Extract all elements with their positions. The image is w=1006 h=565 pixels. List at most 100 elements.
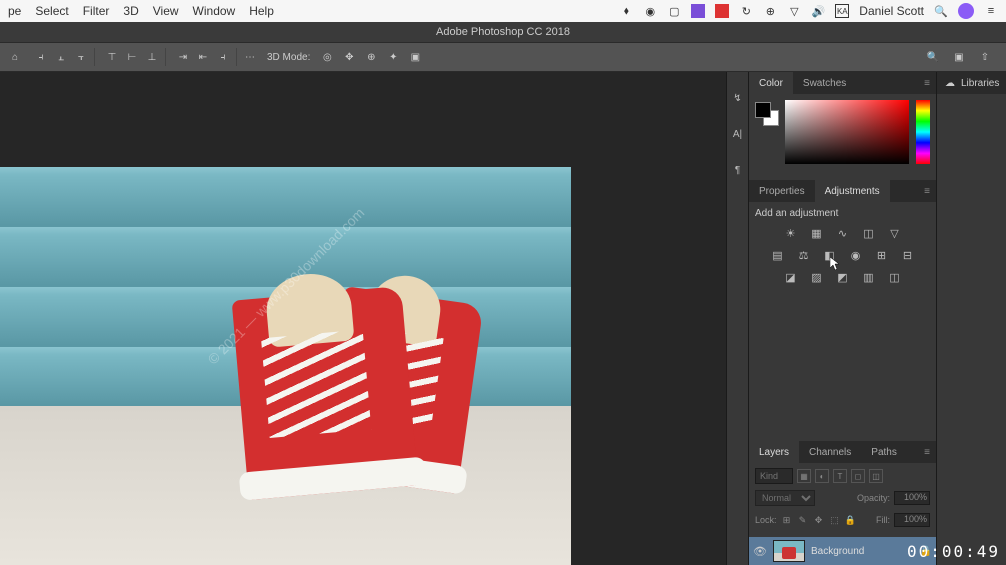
- color-field[interactable]: [785, 100, 909, 164]
- record-icon[interactable]: ▢: [667, 4, 681, 18]
- character-icon[interactable]: A|: [730, 126, 746, 142]
- volume-icon[interactable]: 🔊: [811, 4, 825, 18]
- app-icon[interactable]: [691, 4, 705, 18]
- curves-icon[interactable]: ∿: [835, 225, 851, 241]
- plane-icon[interactable]: ⊕: [763, 4, 777, 18]
- menu-icon[interactable]: ≡: [984, 4, 998, 18]
- dropbox-icon[interactable]: ⬧: [619, 4, 633, 18]
- tab-adjustments[interactable]: Adjustments: [815, 180, 890, 202]
- align-bottom-icon[interactable]: ⊥: [143, 48, 161, 66]
- foreground-color-swatch[interactable]: [755, 102, 771, 118]
- tab-channels[interactable]: Channels: [799, 441, 861, 463]
- align-top-icon[interactable]: ⊤: [103, 48, 121, 66]
- user-name[interactable]: Daniel Scott: [859, 4, 924, 18]
- panels-column: Color Swatches ≡ Properties Adjustments …: [748, 72, 936, 565]
- bw-icon[interactable]: ◧: [822, 247, 838, 263]
- channel-mixer-icon[interactable]: ⊞: [874, 247, 890, 263]
- menu-view[interactable]: View: [153, 4, 179, 18]
- menu-item[interactable]: pe: [8, 4, 21, 18]
- layer-name: Background: [811, 546, 864, 557]
- distribute-v-icon[interactable]: ⇤: [194, 48, 212, 66]
- libraries-column: ☁ Libraries: [936, 72, 1006, 565]
- filter-pixel-icon[interactable]: ▦: [797, 469, 811, 483]
- layer-thumbnail[interactable]: [773, 540, 805, 562]
- panel-menu-icon[interactable]: ≡: [918, 72, 936, 94]
- lock-image-icon[interactable]: ✎: [797, 514, 809, 526]
- panel-menu-icon[interactable]: ≡: [918, 180, 936, 202]
- hue-sat-icon[interactable]: ▤: [770, 247, 786, 263]
- distribute-icon[interactable]: ⫞: [214, 48, 232, 66]
- tab-paths[interactable]: Paths: [861, 441, 907, 463]
- vibrance-icon[interactable]: ▽: [887, 225, 903, 241]
- bluetooth-icon[interactable]: ▽: [787, 4, 801, 18]
- distribute-h-icon[interactable]: ⇥: [174, 48, 192, 66]
- mac-menubar: pe Select Filter 3D View Window Help ⬧ ◉…: [0, 0, 1006, 22]
- lock-transparent-icon[interactable]: ⊞: [781, 514, 793, 526]
- workspace-icon[interactable]: ▣: [950, 48, 968, 66]
- visibility-icon[interactable]: 👁: [753, 544, 767, 558]
- align-middle-icon[interactable]: ⊢: [123, 48, 141, 66]
- selective-color-icon[interactable]: ◫: [887, 269, 903, 285]
- layer-kind-filter[interactable]: [755, 468, 793, 484]
- gradient-map-icon[interactable]: ▥: [861, 269, 877, 285]
- menu-filter[interactable]: Filter: [83, 4, 110, 18]
- user-avatar[interactable]: [958, 3, 974, 19]
- paragraph-icon[interactable]: ¶: [730, 162, 746, 178]
- share-icon[interactable]: ⇧: [976, 48, 994, 66]
- more-icon[interactable]: ⋯: [241, 48, 259, 66]
- filter-smart-icon[interactable]: ◫: [869, 469, 883, 483]
- sync-icon[interactable]: ↻: [739, 4, 753, 18]
- menu-help[interactable]: Help: [249, 4, 274, 18]
- tab-layers[interactable]: Layers: [749, 441, 799, 463]
- move-3d-icon[interactable]: ✦: [384, 48, 402, 66]
- align-left-icon[interactable]: ⫞: [32, 48, 50, 66]
- camera-icon[interactable]: KA: [835, 4, 849, 18]
- menu-3d[interactable]: 3D: [123, 4, 138, 18]
- orbit-icon[interactable]: ◎: [318, 48, 336, 66]
- lock-all-icon[interactable]: 🔒: [845, 514, 857, 526]
- panel-menu-icon[interactable]: ≡: [918, 441, 936, 463]
- filter-type-icon[interactable]: T: [833, 469, 847, 483]
- lock-position-icon[interactable]: ✥: [813, 514, 825, 526]
- collapsed-panel-dock: ↯ A| ¶: [726, 72, 748, 565]
- history-icon[interactable]: ↯: [730, 90, 746, 106]
- window-title-bar: Adobe Photoshop CC 2018: [0, 22, 1006, 42]
- exposure-icon[interactable]: ◫: [861, 225, 877, 241]
- home-icon[interactable]: ⌂: [6, 48, 24, 66]
- opacity-field[interactable]: 100%: [894, 491, 930, 505]
- align-right-icon[interactable]: ⫟: [72, 48, 90, 66]
- menu-select[interactable]: Select: [35, 4, 68, 18]
- posterize-icon[interactable]: ▨: [809, 269, 825, 285]
- tab-swatches[interactable]: Swatches: [793, 72, 856, 94]
- camera-3d-icon[interactable]: ▣: [406, 48, 424, 66]
- levels-icon[interactable]: ▦: [809, 225, 825, 241]
- tab-properties[interactable]: Properties: [749, 180, 815, 202]
- canvas-area[interactable]: © 2021 — www.p30download.com: [0, 72, 726, 565]
- search-icon[interactable]: 🔍: [934, 4, 948, 18]
- threshold-icon[interactable]: ◩: [835, 269, 851, 285]
- invert-icon[interactable]: ◪: [783, 269, 799, 285]
- menu-window[interactable]: Window: [193, 4, 236, 18]
- cc-status-icon[interactable]: ◉: [643, 4, 657, 18]
- color-balance-icon[interactable]: ⚖: [796, 247, 812, 263]
- filter-adjust-icon[interactable]: ◐: [815, 469, 829, 483]
- opacity-label: Opacity:: [857, 493, 890, 503]
- filter-shape-icon[interactable]: ◻: [851, 469, 865, 483]
- align-center-icon[interactable]: ⫠: [52, 48, 70, 66]
- mode-label: 3D Mode:: [263, 52, 314, 63]
- tab-color[interactable]: Color: [749, 72, 793, 94]
- app-icon-2[interactable]: [715, 4, 729, 18]
- blend-mode-select[interactable]: Normal: [755, 490, 815, 506]
- photo-filter-icon[interactable]: ◉: [848, 247, 864, 263]
- options-bar: ⌂ ⫞ ⫠ ⫟ ⊤ ⊢ ⊥ ⇥ ⇤ ⫞ ⋯ 3D Mode: ◎ ✥ ⊕ ✦ ▣…: [0, 42, 1006, 72]
- lock-artboard-icon[interactable]: ⬚: [829, 514, 841, 526]
- hue-slider[interactable]: [916, 100, 930, 164]
- color-lookup-icon[interactable]: ⊟: [900, 247, 916, 263]
- zoom-3d-icon[interactable]: ⊕: [362, 48, 380, 66]
- video-timestamp: 00:00:49: [907, 542, 1000, 561]
- pan-icon[interactable]: ✥: [340, 48, 358, 66]
- fill-field[interactable]: 100%: [894, 513, 930, 527]
- tab-libraries[interactable]: ☁ Libraries: [937, 72, 1006, 94]
- search-tool-icon[interactable]: 🔍: [924, 48, 942, 66]
- brightness-icon[interactable]: ☀: [783, 225, 799, 241]
